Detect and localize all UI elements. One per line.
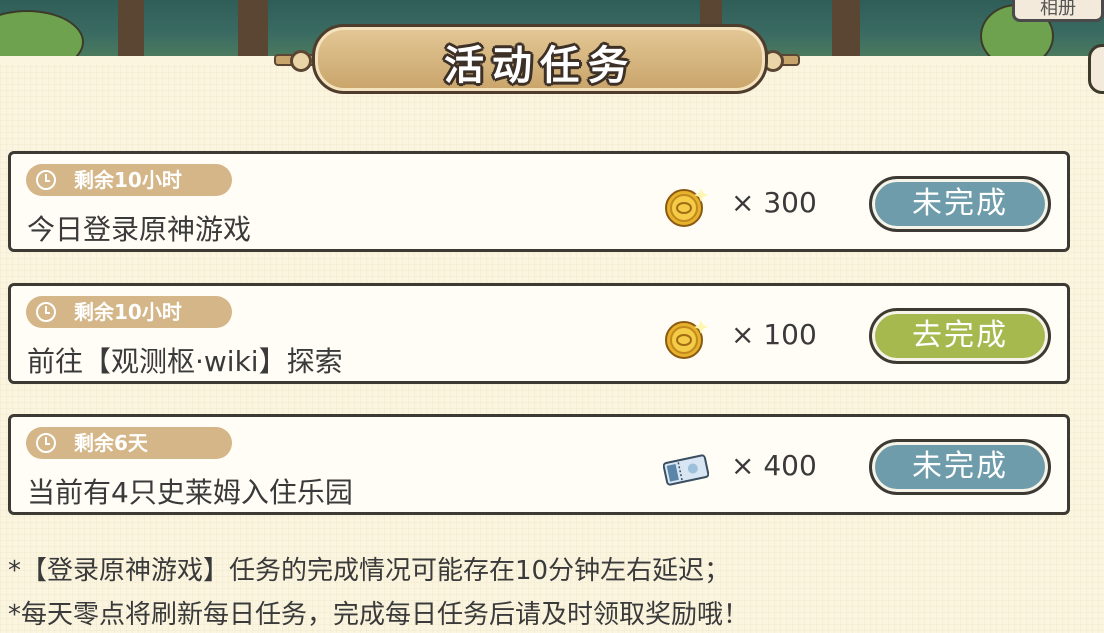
- countdown-badge: 剩余10小时: [26, 164, 232, 196]
- countdown-badge: 剩余6天: [26, 427, 232, 459]
- task-status-button[interactable]: 未完成: [869, 439, 1051, 495]
- clock-icon: [36, 170, 56, 190]
- header-banner: 活动任务: [272, 22, 802, 94]
- album-button[interactable]: 相册: [1012, 0, 1104, 22]
- rope-ring-left-icon: [290, 50, 312, 72]
- gold-coin-icon: [665, 320, 708, 359]
- task-card: 剩余10小时 前往【观测枢·wiki】探索 × 100 去完成: [8, 283, 1070, 384]
- task-status-button[interactable]: 未完成: [869, 176, 1051, 232]
- reward-amount: × 400: [731, 449, 817, 482]
- note-text: *【登录原神游戏】任务的完成情况可能存在10分钟左右延迟；: [8, 556, 731, 586]
- ticket-icon: [663, 454, 709, 486]
- clock-icon: [36, 433, 56, 453]
- go-complete-button[interactable]: 去完成: [869, 308, 1051, 364]
- countdown-text: 剩余6天: [74, 431, 148, 455]
- task-card: 剩余6天 当前有4只史莱姆入住乐园 × 400 未完成: [8, 414, 1070, 515]
- task-title: 前往【观测枢·wiki】探索: [27, 345, 343, 378]
- task-card: 剩余10小时 今日登录原神游戏 × 300 未完成: [8, 151, 1070, 252]
- reward-amount: × 300: [731, 186, 817, 219]
- header-plank: 活动任务: [312, 24, 768, 94]
- gold-coin-icon: [665, 188, 708, 227]
- task-title: 今日登录原神游戏: [27, 213, 252, 246]
- countdown-badge: 剩余10小时: [26, 296, 232, 328]
- tree-trunk: [832, 0, 860, 56]
- bush-decoration: [0, 10, 84, 56]
- tree-trunk: [238, 0, 268, 56]
- reward-amount: × 100: [731, 318, 817, 351]
- note-text: *每天零点将刷新每日任务，完成每日任务后请及时领取奖励哦！: [8, 600, 750, 630]
- countdown-text: 剩余10小时: [74, 168, 182, 192]
- page-title: 活动任务: [444, 43, 636, 89]
- countdown-text: 剩余10小时: [74, 300, 182, 324]
- clock-icon: [36, 302, 56, 322]
- side-tab-handle[interactable]: [1088, 44, 1104, 94]
- tree-trunk: [118, 0, 144, 56]
- task-title: 当前有4只史莱姆入住乐园: [27, 476, 353, 509]
